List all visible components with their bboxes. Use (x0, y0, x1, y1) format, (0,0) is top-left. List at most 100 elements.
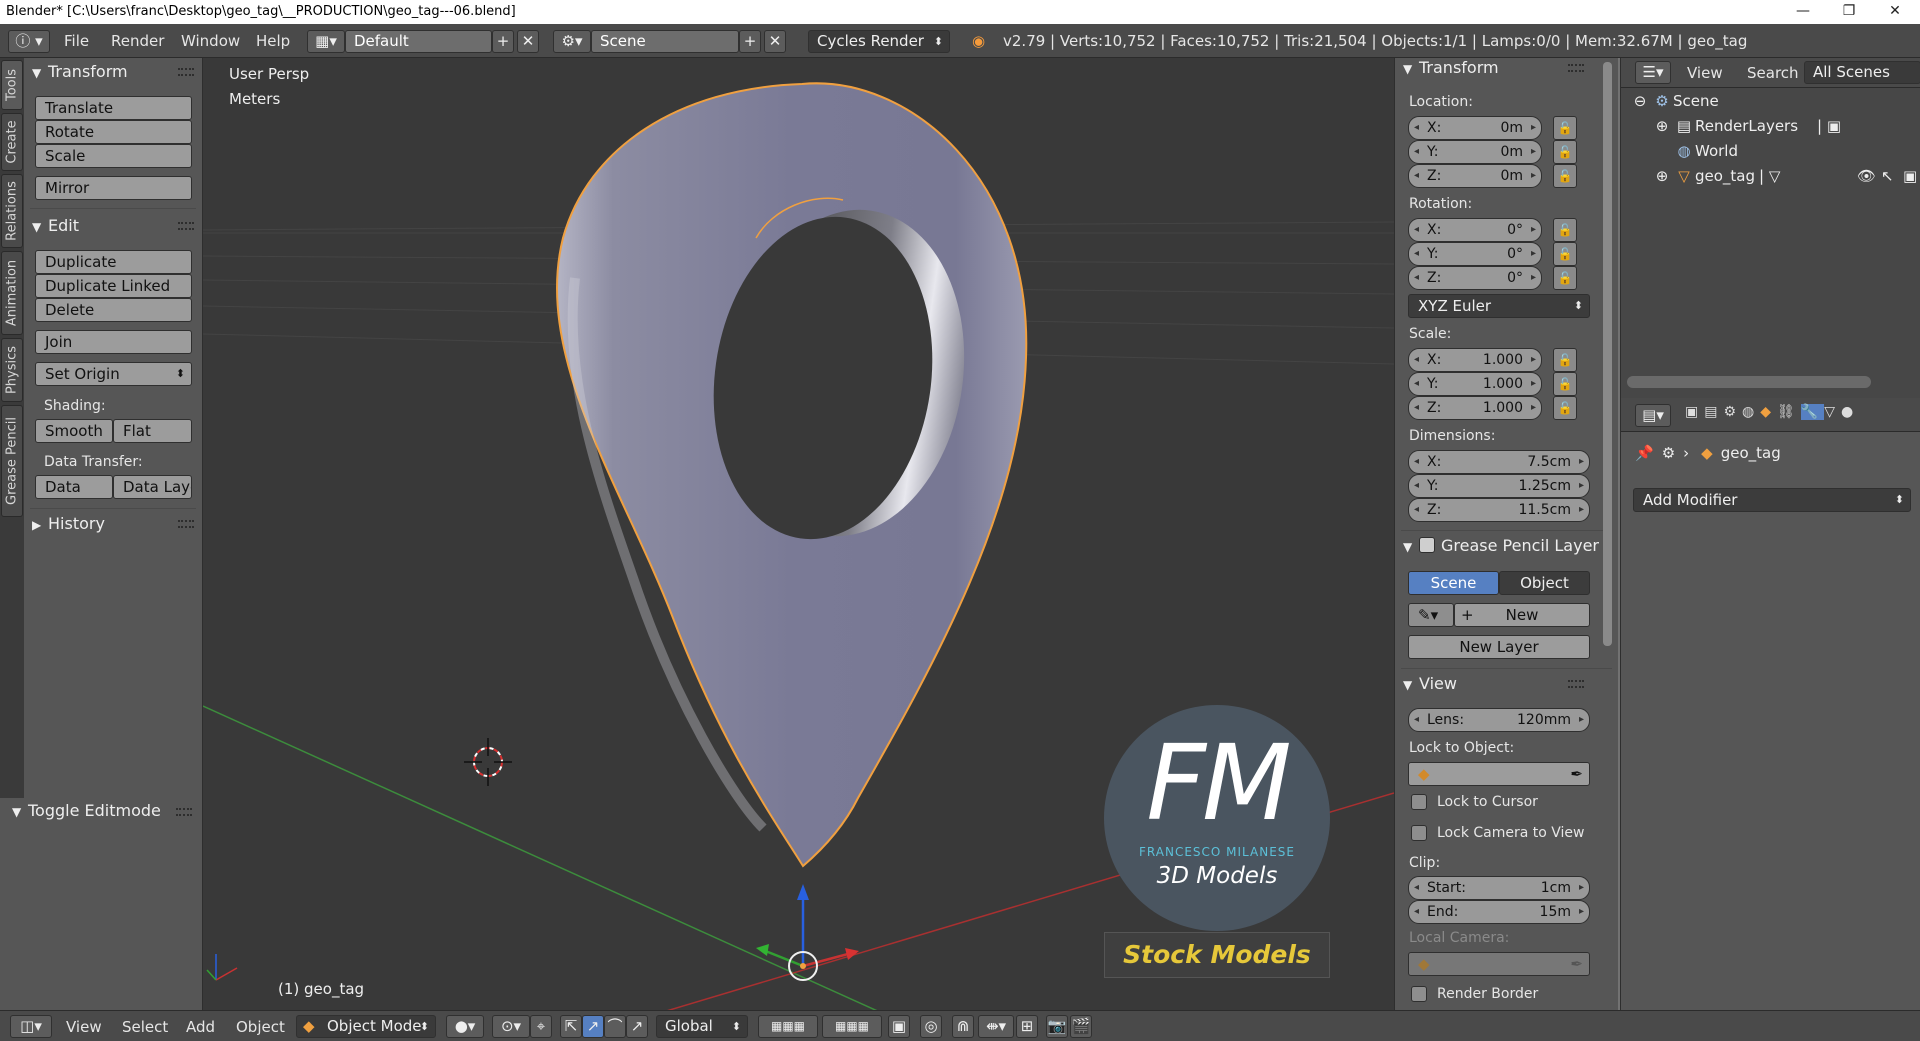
transform-panel-header[interactable]: ▼ Transform (32, 62, 128, 81)
data-tab-icon[interactable]: ▽ (1824, 404, 1841, 420)
material-tab-icon[interactable]: ● (1841, 404, 1859, 420)
lock-icon[interactable]: 🔓 (1553, 218, 1577, 242)
grease-pencil-checkbox[interactable] (1419, 537, 1435, 553)
grease-pencil-scene-button[interactable]: Scene (1408, 571, 1499, 595)
tab-physics[interactable]: Physics (1, 338, 23, 402)
dimensions-y-field[interactable]: ◂ Y: 1.25cm ▸ (1408, 474, 1590, 498)
outliner-row-scene[interactable]: ⊖ ⚙ Scene (1621, 89, 1920, 114)
data-layout-button[interactable]: Data Layo (113, 475, 192, 499)
location-y-field[interactable]: ◂ Y: 0m ▸ (1408, 140, 1542, 164)
menu-file[interactable]: File (64, 29, 89, 53)
pivot-point-icon[interactable]: ⊙▾ (492, 1015, 530, 1038)
menu-render[interactable]: Render (111, 29, 164, 53)
snap-element-icon[interactable]: ⇼▾ (978, 1015, 1014, 1038)
render-engine-select[interactable]: Cycles Render ⬍ (808, 30, 950, 53)
render-tab-icon[interactable]: ▣ (1685, 404, 1704, 420)
select-cursor-icon[interactable]: ↖ (1881, 164, 1894, 189)
view3d-menu-object[interactable]: Object (236, 1015, 285, 1039)
render-camera-icon[interactable]: ▣ (1903, 164, 1917, 189)
region-scrollbar[interactable] (1603, 62, 1612, 646)
clip-end-field[interactable]: ◂ End: 15m ▸ (1408, 900, 1590, 924)
lock-icon[interactable]: 🔓 (1553, 266, 1577, 290)
3d-cursor[interactable] (464, 738, 512, 786)
dimensions-x-field[interactable]: ◂ X: 7.5cm ▸ (1408, 450, 1590, 474)
layers-grid-2-icon[interactable]: ▦▦▦ (822, 1015, 882, 1038)
set-origin-select[interactable]: Set Origin ⬍ (35, 362, 192, 386)
world-tab-icon[interactable]: ◍ (1742, 404, 1760, 420)
drag-grip-icon[interactable] (1568, 680, 1584, 688)
expand-icon[interactable]: ⊕ (1651, 164, 1673, 189)
screen-layout-field[interactable]: Default (345, 30, 492, 53)
rotate-button[interactable]: Rotate (35, 120, 192, 144)
view-panel-header[interactable]: ▼ View (1403, 674, 1457, 693)
editor-type-3d-view-icon[interactable]: ◫▾ (10, 1015, 52, 1038)
lock-icon[interactable]: 🔓 (1553, 140, 1577, 164)
view3d-menu-add[interactable]: Add (186, 1015, 215, 1039)
maximize-button[interactable]: ❐ (1826, 0, 1872, 24)
interaction-mode-select[interactable]: ◆ Object Mode ⬍ (296, 1015, 436, 1038)
transform-orientation-select[interactable]: Global ⬍ (656, 1015, 748, 1038)
3d-viewport[interactable]: User Persp Meters (1) geo_tag FM FRANCES… (203, 58, 1394, 1010)
scale-manipulator-icon[interactable]: ⌒ (604, 1015, 626, 1038)
opengl-animation-icon[interactable]: 🎬 (1070, 1015, 1092, 1038)
constraints-tab-icon[interactable]: ⛓ (1777, 404, 1801, 420)
scene-icon[interactable]: ⚙▾ (553, 30, 591, 53)
history-panel-header[interactable]: ▶ History (32, 514, 105, 533)
screen-layout-icon[interactable]: ▦▾ (307, 30, 345, 53)
rotate-manipulator-icon[interactable]: ↗ (582, 1015, 604, 1038)
tab-tools[interactable]: Tools (1, 60, 23, 110)
drag-grip-icon[interactable] (178, 222, 194, 230)
outliner-row-renderlayers[interactable]: ⊕ ▤ RenderLayers | ▣ (1621, 114, 1920, 139)
collapse-icon[interactable]: ⊖ (1629, 89, 1651, 114)
translate-button[interactable]: Translate (35, 96, 192, 120)
lens-field[interactable]: ◂ Lens: 120mm ▸ (1408, 708, 1590, 732)
edit-panel-header[interactable]: ▼ Edit (32, 216, 79, 235)
minimize-button[interactable]: — (1780, 0, 1826, 24)
lock-icon[interactable]: 🔓 (1553, 242, 1577, 266)
scale-y-field[interactable]: ◂ Y: 1.000 ▸ (1408, 372, 1542, 396)
flat-button[interactable]: Flat (113, 419, 192, 443)
lock-icon[interactable]: 🔓 (1553, 164, 1577, 188)
duplicate-button[interactable]: Duplicate (35, 250, 192, 274)
rotation-mode-select[interactable]: XYZ Euler ⬍ (1408, 294, 1590, 318)
editor-type-info-icon[interactable]: ⓘ ▾ (8, 30, 50, 53)
drag-grip-icon[interactable] (176, 808, 192, 816)
menu-help[interactable]: Help (256, 29, 290, 53)
scene-field[interactable]: Scene (591, 30, 739, 53)
rotation-z-field[interactable]: ◂ Z: 0° ▸ (1408, 266, 1542, 290)
tab-animation[interactable]: Animation (1, 251, 23, 335)
modifiers-tab-icon[interactable]: 🔧 (1800, 404, 1825, 420)
add-modifier-select[interactable]: Add Modifier ⬍ (1633, 488, 1911, 512)
close-button[interactable]: ✕ (1872, 0, 1918, 24)
add-scene-icon[interactable]: + (739, 30, 761, 53)
tab-create[interactable]: Create (1, 113, 23, 171)
lock-object-field[interactable]: ◆ ✒ (1408, 762, 1590, 786)
duplicate-linked-button[interactable]: Duplicate Linked (35, 274, 192, 298)
render-layers-tab-icon[interactable]: ▤ (1704, 404, 1723, 420)
join-button[interactable]: Join (35, 330, 192, 354)
outliner-menu-view[interactable]: View (1687, 61, 1723, 85)
remove-screen-icon[interactable]: ✕ (517, 30, 539, 53)
pin-icon[interactable]: 📌 (1635, 444, 1654, 462)
display-mode-select[interactable]: All Scenes (1804, 61, 1920, 84)
pencil-icon[interactable]: ✎▾ (1408, 603, 1454, 627)
proportional-edit-icon[interactable]: ◎ (920, 1015, 942, 1038)
outliner-scrollbar[interactable] (1627, 376, 1871, 388)
layers-grid-icon[interactable]: ▦▦▦ (758, 1015, 818, 1038)
snap-target-icon[interactable]: ⊞ (1016, 1015, 1038, 1038)
mirror-button[interactable]: Mirror (35, 176, 192, 200)
editor-type-outliner-icon[interactable]: ☰▾ (1635, 61, 1671, 84)
view3d-menu-select[interactable]: Select (122, 1015, 168, 1039)
grease-pencil-layer-header[interactable]: ▼ Grease Pencil Layer (1403, 536, 1599, 555)
remove-scene-icon[interactable]: ✕ (764, 30, 786, 53)
dimensions-z-field[interactable]: ◂ Z: 11.5cm ▸ (1408, 498, 1590, 522)
local-manipulator-icon[interactable]: ↗ (626, 1015, 648, 1038)
lock-to-cursor-checkbox[interactable] (1411, 794, 1427, 810)
render-border-checkbox[interactable] (1411, 986, 1427, 1002)
translate-manipulator-icon[interactable]: ⇱ (560, 1015, 582, 1038)
add-screen-icon[interactable]: + (492, 30, 514, 53)
object-tab-icon[interactable]: ◆ (1760, 404, 1777, 420)
lock-icon[interactable]: 🔓 (1553, 372, 1577, 396)
manipulator-icon[interactable]: ⌖ (530, 1015, 552, 1038)
lock-camera-to-view-checkbox[interactable] (1411, 825, 1427, 841)
